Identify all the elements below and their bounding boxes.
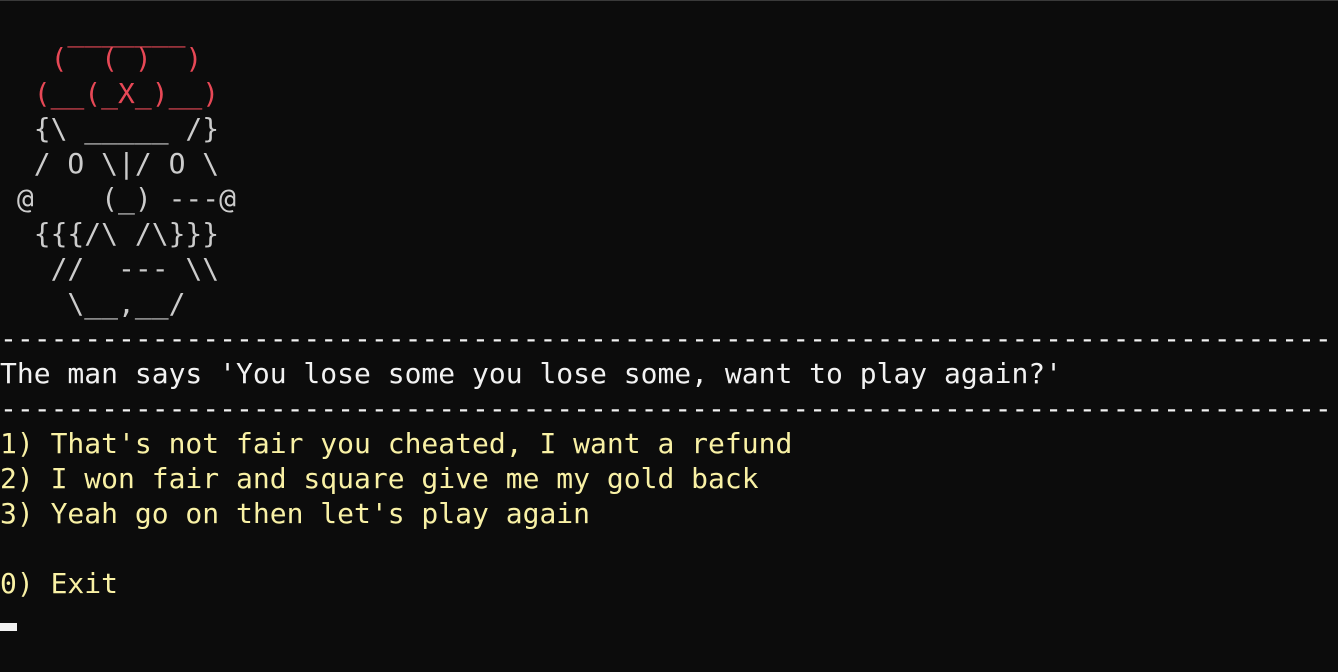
- ascii-art-line: \__,__/: [0, 287, 186, 320]
- npc-message: The man says 'You lose some you lose som…: [0, 357, 1063, 390]
- ascii-art-line: {{{/\ /\}}}: [0, 217, 220, 250]
- ascii-art-line: (__(_X_)__): [0, 77, 220, 110]
- ascii-art-line: / O \|/ O \: [0, 147, 220, 180]
- ascii-art-line: @ (_) ---@: [0, 182, 237, 215]
- option-play-again[interactable]: 3) Yeah go on then let's play again: [0, 496, 590, 531]
- separator-bottom: ----------------------------------------…: [0, 392, 1332, 425]
- ascii-art-line: // --- \\: [0, 252, 220, 285]
- ascii-art-line: {\ _____ /}: [0, 112, 220, 145]
- separator-top: ----------------------------------------…: [0, 322, 1332, 355]
- text-cursor: [0, 623, 17, 631]
- option-exit[interactable]: 0) Exit: [0, 566, 118, 601]
- option-gold-back[interactable]: 2) I won fair and square give me my gold…: [0, 461, 759, 496]
- ascii-art-line: ( ( ) ): [0, 42, 203, 75]
- option-refund[interactable]: 1) That's not fair you cheated, I want a…: [0, 426, 792, 461]
- terminal-window: _______ ( ( ) ) (__(_X_)__) {\ _____ /} …: [0, 0, 1338, 672]
